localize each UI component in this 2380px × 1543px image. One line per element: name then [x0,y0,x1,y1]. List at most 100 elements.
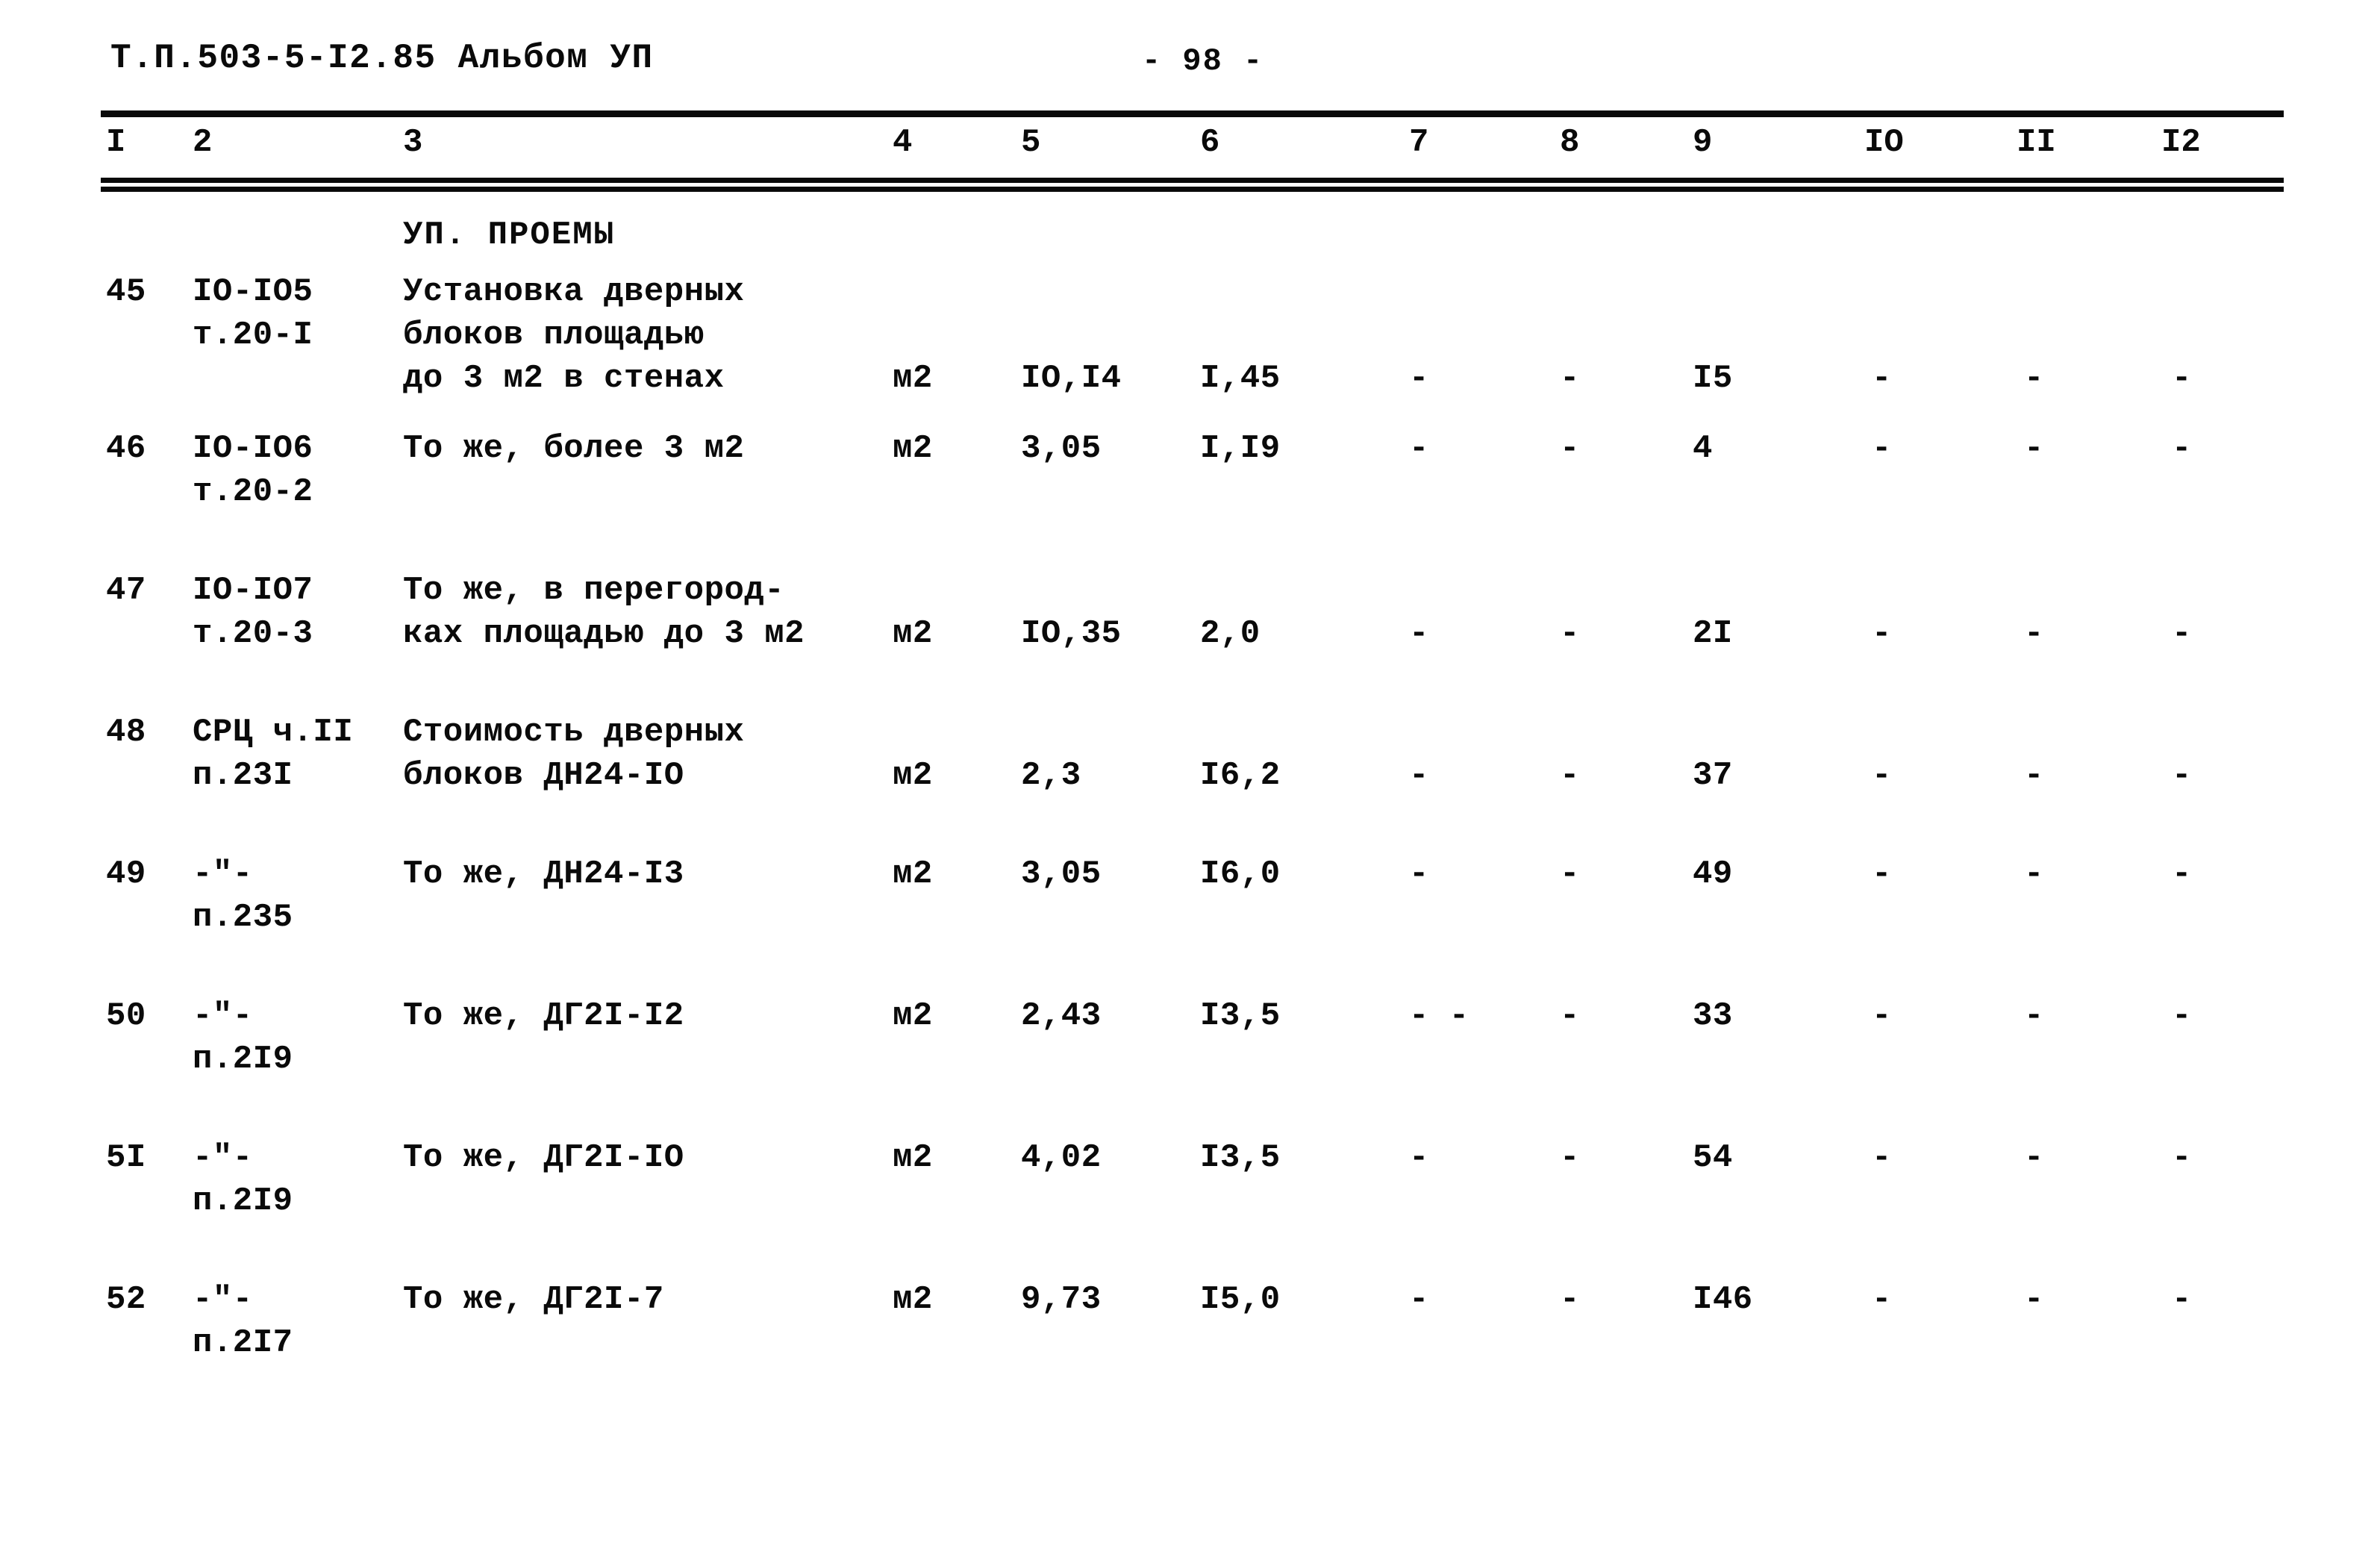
row-value-5: 4,02 [1021,1139,1102,1176]
row-value-12: - [2172,615,2192,652]
row-index: 47 [106,572,146,609]
row-value-8: - [1560,997,1580,1035]
header-rule-mid-b [101,187,2284,192]
row-value-6: I,I9 [1200,430,1281,467]
row-value-10: - [1872,1139,1892,1176]
row-value-6: I6,0 [1200,855,1281,893]
row-description-line1: Установка дверных [403,273,745,311]
row-code-line2: т.20-I [193,317,313,354]
column-header-8: 8 [1560,124,1580,161]
row-value-11: - [2024,1139,2044,1176]
row-value-9: 37 [1693,757,1733,794]
column-header-9: 9 [1693,124,1713,161]
row-description: То же, в перегород-ках площадью до 3 м2 [403,569,805,655]
row-index: 49 [106,855,146,893]
row-code: IO-IO5 т.20-I [193,270,313,357]
row-description-line1: То же, более 3 м2 [403,430,745,467]
row-value-7: - [1409,855,1429,893]
row-value-11: - [2024,997,2044,1035]
row-value-10: - [1872,757,1892,794]
row-index: 50 [106,997,146,1035]
row-value-6: I,45 [1200,360,1281,397]
column-header-11: II [2017,124,2056,161]
row-code: IO-IO7 т.20-3 [193,569,313,655]
row-value-7: - [1409,430,1429,467]
row-code-line2: п.2I9 [193,1182,293,1220]
column-header-2: 2 [193,124,213,161]
row-value-5: 3,05 [1021,430,1102,467]
row-value-12: - [2172,855,2192,893]
row-index: 52 [106,1281,146,1318]
row-description-line1: То же, в перегород- [403,572,785,609]
row-unit: м2 [893,855,933,893]
row-value-7: - [1409,1281,1429,1318]
row-value-11: - [2024,855,2044,893]
row-code-line1: IO-IO6 [193,430,313,467]
row-code-line2: п.235 [193,899,293,936]
row-value-9: 54 [1693,1139,1733,1176]
row-description: То же, ДН24-I3 [403,852,684,896]
row-value-10: - [1872,430,1892,467]
row-unit: м2 [893,360,933,397]
row-description-line1: Стоимость дверных [403,714,745,751]
row-value-8: - [1560,855,1580,893]
row-code: -"- п.2I9 [193,1136,293,1223]
row-description: Установка дверных блоков площадью до 3 м2 … [403,270,744,400]
row-value-9: 2I [1693,615,1733,652]
row-value-7: - [1409,757,1429,794]
row-value-5: IO,35 [1021,615,1122,652]
row-description: То же, ДГ2I-IO [403,1136,684,1179]
column-header-5: 5 [1021,124,1041,161]
row-value-7: - [1409,615,1429,652]
row-description-line2: блоков ДН24-IO [403,757,684,794]
row-code: -"- п.235 [193,852,293,939]
row-value-10: - [1872,615,1892,652]
row-description-line1: То же, ДГ2I-IO [403,1139,684,1176]
row-code: IO-IO6 т.20-2 [193,427,313,514]
row-index: 5I [106,1139,146,1176]
row-value-9: 33 [1693,997,1733,1035]
row-value-11: - [2024,1281,2044,1318]
row-description-line1: То же, ДГ2I-I2 [403,997,684,1035]
row-value-9: 4 [1693,430,1713,467]
row-code-line2: т.20-3 [193,615,313,652]
row-value-7: - [1409,1139,1429,1176]
row-value-11: - [2024,757,2044,794]
column-header-3: 3 [403,124,423,161]
row-value-10: - [1872,855,1892,893]
row-description: Стоимость дверных блоков ДН24-IO [403,711,744,797]
row-index: 48 [106,714,146,751]
row-index: 46 [106,430,146,467]
row-value-6: I3,5 [1200,1139,1281,1176]
row-value-12: - [2172,430,2192,467]
row-value-8: - [1560,1281,1580,1318]
header-rule-top [101,110,2284,117]
row-value-9: 49 [1693,855,1733,893]
row-value-5: 2,3 [1021,757,1081,794]
column-header-10: IO [1864,124,1904,161]
row-value-10: - [1872,997,1892,1035]
row-code-line1: -"- [193,997,253,1035]
row-code-line1: -"- [193,855,253,893]
row-unit: м2 [893,757,933,794]
row-value-5: 2,43 [1021,997,1102,1035]
row-code: -"- п.2I7 [193,1278,293,1365]
row-value-12: - [2172,997,2192,1035]
row-value-12: - [2172,1281,2192,1318]
row-code-line2: п.2I9 [193,1041,293,1078]
row-unit: м2 [893,1281,933,1318]
document-code: Т.П.503-5-I2.85 Альбом УП [110,39,654,78]
column-header-4: 4 [893,124,913,161]
header-rule-mid-a [101,178,2284,183]
row-unit: м2 [893,430,933,467]
row-value-8: - [1560,360,1580,397]
row-description-line1: То же, ДН24-I3 [403,855,684,893]
row-code-line1: -"- [193,1281,253,1318]
row-code-line1: -"- [193,1139,253,1176]
row-description: То же, ДГ2I-I2 [403,994,684,1038]
page-number: - 98 - [1142,43,1264,79]
row-value-12: - [2172,757,2192,794]
row-code-line1: СРЦ ч.II [193,714,354,751]
column-header-6: 6 [1200,124,1220,161]
row-value-12: - [2172,1139,2192,1176]
